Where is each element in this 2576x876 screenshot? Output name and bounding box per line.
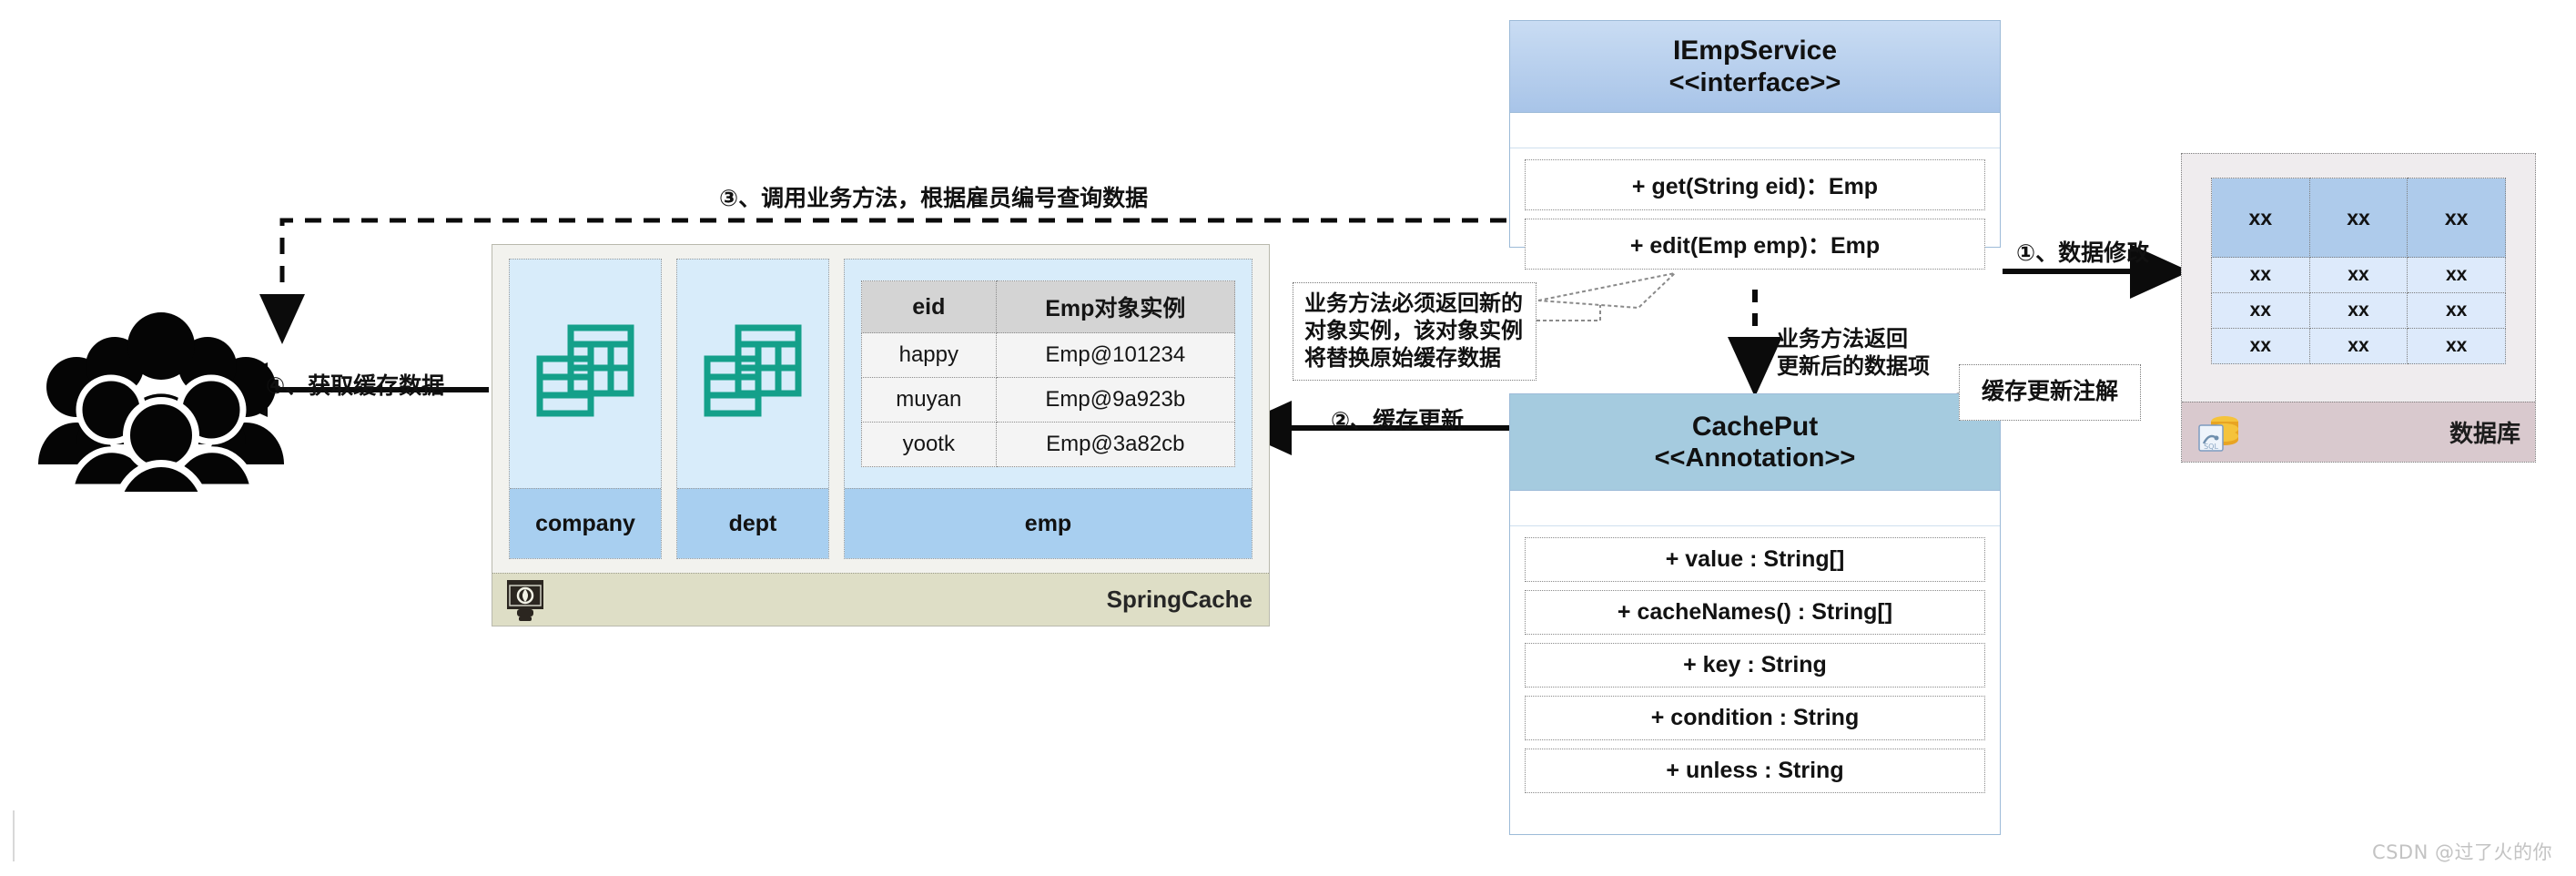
database-panel: xx xx xx xx xx xx xx xx xx xx xx xx SQL … [2181, 153, 2536, 463]
db-cell: xx [2211, 328, 2310, 364]
db-header-cell: xx [2407, 178, 2506, 258]
iempservice-uml-box: IEmpService <<interface>> + get(String e… [1509, 20, 2001, 270]
spring-cache-logo-icon [507, 579, 543, 621]
cell-emp-instance: Emp@9a923b [995, 377, 1236, 423]
spring-cache-panel: company dept eid Emp对象实例 happy Emp@10123… [492, 244, 1270, 626]
iempservice-header: IEmpService <<interface>> [1510, 21, 2000, 113]
arrow-label-step4: ④、获取缓存数据 [266, 373, 445, 399]
cacheput-attributes-compartment: + value : String[] + cacheNames() : Stri… [1510, 526, 2000, 808]
db-cell: xx [2308, 257, 2409, 293]
column-header-emp-instance: Emp对象实例 [995, 280, 1236, 333]
watermark: CSDN @过了火的你 [2371, 841, 2552, 863]
iempservice-title: IEmpService [1672, 36, 1838, 66]
cell-eid: yootk [861, 422, 997, 467]
callout-cacheput-note: 缓存更新注解 [1959, 364, 2141, 421]
database-footer: SQL 数据库 [2182, 402, 2535, 462]
arrow-label-return-updated-line2: 更新后的数据项 [1777, 353, 1930, 379]
cache-region-company-label: company [510, 488, 661, 558]
arrow-label-step2: ②、缓存更新 [1331, 408, 1465, 433]
table-row: xx xx xx [2211, 328, 2506, 364]
attribute-key[interactable]: + key : String [1525, 643, 1985, 688]
callout-line-3: 将替换原始缓存数据 [1304, 346, 1501, 372]
arrow-label-return-updated-line1: 业务方法返回 [1777, 327, 1908, 351]
column-header-eid: eid [861, 280, 997, 333]
cache-region-emp-label: emp [845, 488, 1252, 558]
cache-region-emp[interactable]: eid Emp对象实例 happy Emp@101234 muyan Emp@9… [844, 259, 1253, 559]
cacheput-header: CachePut <<Annotation>> [1510, 394, 2000, 491]
users-crowd-icon [20, 300, 302, 492]
cell-emp-instance: Emp@101234 [995, 332, 1236, 378]
db-cell: xx [2407, 328, 2506, 364]
cache-region-emp-body: eid Emp对象实例 happy Emp@101234 muyan Emp@9… [845, 260, 1252, 488]
table-header-row: eid Emp对象实例 [861, 280, 1236, 333]
db-cell: xx [2308, 328, 2409, 364]
callout-line-1: 业务方法必须返回新的 [1304, 290, 1523, 316]
attribute-value[interactable]: + value : String[] [1525, 537, 1985, 582]
db-cell: xx [2407, 257, 2506, 293]
cache-region-dept-body [677, 260, 828, 488]
iempservice-stereotype: <<interface>> [1668, 67, 1841, 97]
cacheput-title: CachePut [1691, 411, 1819, 442]
cell-eid: happy [861, 332, 997, 378]
left-edge-tick [13, 810, 15, 861]
arrow-label-step3: ③、调用业务方法，根据雇员编号查询数据 [719, 186, 1149, 211]
spring-cache-title: SpringCache [1106, 586, 1253, 613]
table-row: xx xx xx [2211, 257, 2506, 293]
db-cell: xx [2211, 257, 2310, 293]
table-row: muyan Emp@9a923b [861, 377, 1236, 423]
cache-region-company-body [510, 260, 661, 488]
cacheput-stereotype: <<Annotation>> [1654, 443, 1856, 474]
arrow-label-step1: ①、数据修改 [2016, 240, 2150, 266]
database-title: 数据库 [2449, 420, 2520, 447]
iempservice-methods-compartment: + get(String eid)：Emp + edit(Emp emp)：Em… [1510, 148, 2000, 284]
table-row: xx xx xx [2211, 292, 2506, 329]
db-cell: xx [2211, 292, 2310, 329]
cache-region-dept-label: dept [677, 488, 828, 558]
arrow-label-return-updated: 业务方法返回 更新后的数据项 [1777, 326, 1930, 381]
cache-region-dept[interactable]: dept [676, 259, 829, 559]
database-stack-icon [536, 324, 634, 416]
spring-cache-footer: SpringCache [492, 573, 1269, 626]
database-table: xx xx xx xx xx xx xx xx xx xx xx xx [2211, 178, 2506, 364]
attribute-cachenames[interactable]: + cacheNames() : String[] [1525, 590, 1985, 635]
method-edit[interactable]: + edit(Emp emp)：Emp [1525, 219, 1985, 270]
table-row: yootk Emp@3a82cb [861, 422, 1236, 467]
method-get[interactable]: + get(String eid)：Emp [1525, 159, 1985, 210]
cell-emp-instance: Emp@3a82cb [995, 422, 1236, 467]
db-cell: xx [2407, 292, 2506, 329]
svg-text:SQL: SQL [2204, 443, 2218, 451]
db-cell: xx [2308, 292, 2409, 329]
emp-cache-table: eid Emp对象实例 happy Emp@101234 muyan Emp@9… [861, 280, 1236, 467]
attribute-condition[interactable]: + condition : String [1525, 696, 1985, 740]
callout-return-new-instance: 业务方法必须返回新的 对象实例，该对象实例 将替换原始缓存数据 [1293, 282, 1536, 381]
cacheput-uml-box: CachePut <<Annotation>> + value : String… [1509, 393, 2001, 835]
cell-eid: muyan [861, 377, 997, 423]
database-stack-icon [704, 324, 802, 416]
table-header-row: xx xx xx [2211, 178, 2506, 258]
mysql-database-icon: SQL [2198, 415, 2238, 452]
attribute-unless[interactable]: + unless : String [1525, 749, 1985, 793]
iempservice-attributes-compartment [1510, 113, 2000, 148]
db-header-cell: xx [2211, 178, 2310, 258]
cacheput-blank-compartment [1510, 491, 2000, 526]
db-header-cell: xx [2308, 178, 2409, 258]
table-row: happy Emp@101234 [861, 332, 1236, 378]
callout-line-2: 对象实例，该对象实例 [1304, 318, 1523, 343]
callout-text: 缓存更新注解 [1981, 379, 2118, 405]
cache-regions: company dept eid Emp对象实例 happy Emp@10123… [509, 259, 1253, 559]
cache-region-company[interactable]: company [509, 259, 662, 559]
